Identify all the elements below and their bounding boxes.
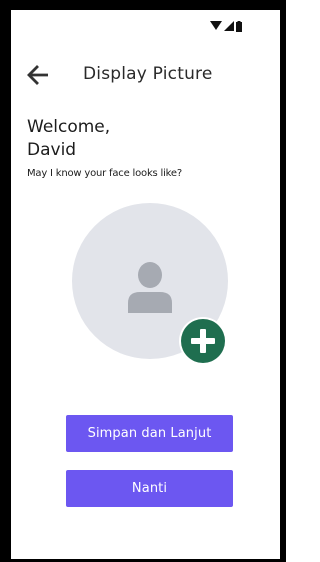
page-title: Display Picture xyxy=(83,64,213,84)
add-photo-button[interactable] xyxy=(179,317,227,365)
arrow-left-icon[interactable] xyxy=(27,65,49,85)
wifi-icon xyxy=(210,21,222,30)
device-frame-right xyxy=(280,0,286,562)
screen: Display Picture Welcome, David May I kno… xyxy=(11,10,280,559)
battery-icon xyxy=(236,20,242,32)
device-frame-top xyxy=(0,0,286,10)
person-icon xyxy=(128,262,172,313)
save-continue-button[interactable]: Simpan dan Lanjut xyxy=(66,415,233,452)
plus-icon xyxy=(191,329,215,353)
greeting: Welcome, David xyxy=(27,116,110,162)
greeting-welcome: Welcome, xyxy=(27,117,111,137)
greeting-user-name: David xyxy=(27,140,77,160)
status-bar xyxy=(210,19,242,33)
cellular-signal-icon xyxy=(224,21,234,31)
avatar-picker xyxy=(72,203,232,365)
app-bar: Display Picture xyxy=(11,60,280,90)
later-button[interactable]: Nanti xyxy=(66,470,233,507)
device-frame-left xyxy=(0,0,11,562)
subtitle: May I know your face looks like? xyxy=(27,168,182,179)
